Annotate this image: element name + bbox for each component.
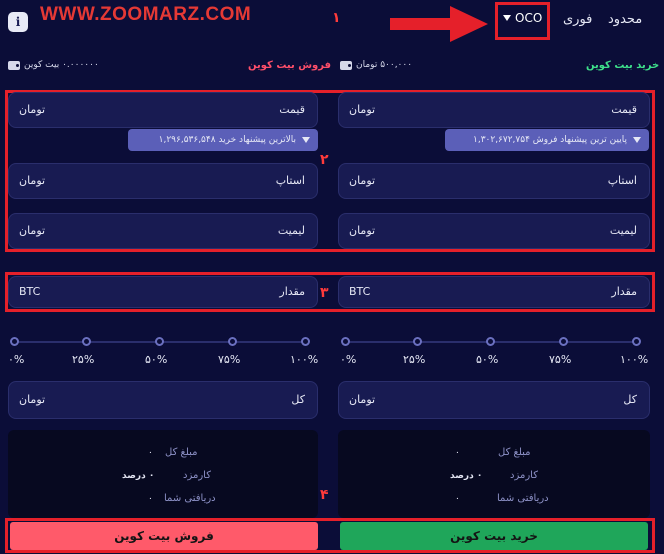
sell-slider-dot-0[interactable]	[10, 337, 19, 346]
sell-percent-label-50[interactable]: ۵۰%	[145, 353, 167, 366]
buy-price-hint-text: پایین ترین پیشنهاد فروش ۱,۳۰۲,۶۷۲,۷۵۴	[473, 135, 627, 145]
tab-limit[interactable]: محدود	[608, 12, 642, 27]
annotation-2: ۲	[320, 152, 329, 168]
buy-stop-label: استاپ	[607, 174, 637, 187]
sell-summary	[8, 430, 318, 518]
buy-percent-label-0[interactable]: ۰%	[340, 353, 356, 366]
buy-slider-dot-25[interactable]	[413, 337, 422, 346]
buy-total-field[interactable]: کل تومان	[338, 381, 650, 419]
buy-stop-field[interactable]: استاپ تومان	[338, 163, 650, 199]
sell-title: فروش بیت کوین	[248, 60, 332, 71]
sell-amount-label: مقدار	[279, 285, 305, 298]
sell-summary-fee-label: کارمزد	[183, 470, 211, 481]
annotation-4: ۴	[320, 487, 329, 503]
watermark-text: WWW.ZOOMARZ.COM	[40, 4, 252, 25]
buy-price-unit: تومان	[349, 103, 376, 116]
annotation-arrow-icon	[390, 6, 488, 42]
buy-stop-unit: تومان	[349, 174, 376, 187]
tab-oco-label: OCO	[515, 11, 543, 25]
sell-total-field[interactable]: کل تومان	[8, 381, 318, 419]
buy-slider-dot-75[interactable]	[559, 337, 568, 346]
buy-slider-dot-0[interactable]	[341, 337, 350, 346]
annotation-1: ۱	[332, 10, 341, 26]
buy-summary-receive-label: دریافتی شما	[497, 493, 549, 504]
annotation-3: ۳	[320, 285, 329, 301]
sell-percent-label-25[interactable]: ۲۵%	[72, 353, 94, 366]
sell-summary-total-label: مبلغ کل	[165, 447, 198, 458]
sell-bitcoin-button[interactable]: فروش بیت کوین	[10, 522, 318, 550]
sell-limit-label: لیمیت	[277, 224, 305, 237]
sell-slider-dot-50[interactable]	[155, 337, 164, 346]
tab-oco[interactable]: OCO	[503, 11, 542, 25]
sell-slider-dot-100[interactable]	[301, 337, 310, 346]
buy-slider-dot-100[interactable]	[632, 337, 641, 346]
buy-price-field[interactable]: قیمت تومان	[338, 92, 650, 128]
tab-market[interactable]: فوری	[563, 12, 592, 27]
buy-summary-total-value: ۰	[455, 448, 460, 458]
wallet-icon	[340, 60, 352, 70]
sell-total-unit: تومان	[19, 393, 46, 406]
sell-price-label: قیمت	[279, 103, 305, 116]
buy-summary-total-label: مبلغ کل	[498, 447, 531, 458]
sell-summary-receive-value: ۰	[148, 494, 153, 504]
sell-slider-dot-25[interactable]	[82, 337, 91, 346]
wallet-icon	[8, 60, 20, 70]
buy-limit-label: لیمیت	[609, 224, 637, 237]
buy-balance: ۵۰۰,۰۰۰ تومان	[340, 60, 412, 70]
sell-amount-field[interactable]: مقدار BTC	[8, 276, 318, 308]
buy-percent-label-25[interactable]: ۲۵%	[403, 353, 425, 366]
sell-balance: ۰.۰۰۰۰۰۰ بیت کوین	[8, 60, 99, 70]
sell-price-hint-text: بالاترین پیشنهاد خرید ۱,۲۹۶,۵۳۶,۵۴۸	[158, 135, 296, 145]
buy-limit-field[interactable]: لیمیت تومان	[338, 213, 650, 249]
sell-balance-value: ۰.۰۰۰۰۰۰ بیت کوین	[24, 60, 99, 70]
sell-amount-unit: BTC	[19, 285, 41, 298]
sell-summary-total-value: ۰	[148, 448, 153, 458]
info-button[interactable]: i	[8, 12, 28, 32]
buy-percent-label-75[interactable]: ۷۵%	[549, 353, 571, 366]
buy-amount-field[interactable]: مقدار BTC	[338, 276, 650, 308]
sell-stop-field[interactable]: استاپ تومان	[8, 163, 318, 199]
sell-percent-label-0[interactable]: ۰%	[8, 353, 24, 366]
chevron-down-icon	[633, 137, 641, 143]
buy-price-label: قیمت	[611, 103, 637, 116]
sell-percent-label-75[interactable]: ۷۵%	[218, 353, 240, 366]
buy-summary-fee-value: ۰ درصد	[450, 471, 483, 481]
buy-total-label: کل	[623, 393, 637, 406]
chevron-down-icon	[503, 15, 511, 21]
buy-title: خرید بیت کوین	[586, 60, 660, 71]
sell-price-field[interactable]: قیمت تومان	[8, 92, 318, 128]
sell-stop-label: استاپ	[275, 174, 305, 187]
sell-summary-fee-value: ۰ درصد	[122, 471, 155, 481]
buy-bitcoin-button[interactable]: خرید بیت کوین	[340, 522, 648, 550]
buy-percent-label-50[interactable]: ۵۰%	[476, 353, 498, 366]
sell-limit-unit: تومان	[19, 224, 46, 237]
buy-summary-fee-label: کارمزد	[510, 470, 538, 481]
buy-limit-unit: تومان	[349, 224, 376, 237]
sell-limit-field[interactable]: لیمیت تومان	[8, 213, 318, 249]
buy-summary	[338, 430, 650, 518]
buy-summary-receive-value: ۰	[455, 494, 460, 504]
sell-price-hint[interactable]: بالاترین پیشنهاد خرید ۱,۲۹۶,۵۳۶,۵۴۸	[128, 129, 318, 151]
sell-stop-unit: تومان	[19, 174, 46, 187]
sell-slider-dot-75[interactable]	[228, 337, 237, 346]
chevron-down-icon	[302, 137, 310, 143]
buy-amount-unit: BTC	[349, 285, 371, 298]
buy-slider-dot-50[interactable]	[486, 337, 495, 346]
sell-summary-receive-label: دریافتی شما	[164, 493, 216, 504]
sell-price-unit: تومان	[19, 103, 46, 116]
buy-price-hint[interactable]: پایین ترین پیشنهاد فروش ۱,۳۰۲,۶۷۲,۷۵۴	[445, 129, 649, 151]
buy-total-unit: تومان	[349, 393, 376, 406]
buy-balance-value: ۵۰۰,۰۰۰ تومان	[356, 60, 413, 70]
buy-percent-label-100[interactable]: ۱۰۰%	[620, 353, 648, 366]
buy-amount-label: مقدار	[611, 285, 637, 298]
sell-total-label: کل	[291, 393, 305, 406]
sell-percent-label-100[interactable]: ۱۰۰%	[290, 353, 318, 366]
